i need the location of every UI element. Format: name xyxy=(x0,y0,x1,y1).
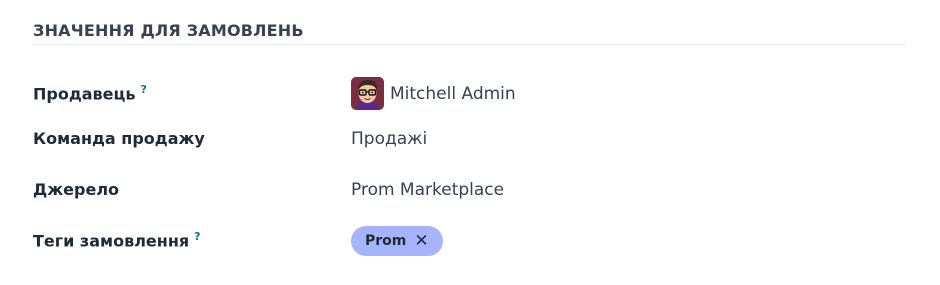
order-tags-help-icon[interactable]: ? xyxy=(194,230,200,243)
user-avatar-icon xyxy=(351,77,384,110)
section-title: ЗНАЧЕННЯ ДЛЯ ЗАМОВЛЕНЬ xyxy=(33,21,304,40)
salesperson-value[interactable]: Mitchell Admin xyxy=(351,77,516,110)
order-tags-label-text: Теги замовлення xyxy=(33,231,190,251)
order-tags-value[interactable]: Prom ✕ xyxy=(351,226,443,256)
tag-label: Prom xyxy=(365,233,407,249)
salesperson-label: Продавець? xyxy=(33,83,147,103)
sales-team-value[interactable]: Продажі xyxy=(351,129,427,149)
close-icon[interactable]: ✕ xyxy=(414,232,428,250)
salesperson-label-text: Продавець xyxy=(33,84,136,104)
field-row-salesperson: Продавець? Mitchell Admin xyxy=(33,77,906,110)
field-row-sales-team: Команда продажу Продажі xyxy=(33,128,906,158)
tag-badge: Prom ✕ xyxy=(351,226,443,256)
salesperson-help-icon[interactable]: ? xyxy=(141,83,147,96)
salesperson-name: Mitchell Admin xyxy=(390,83,516,104)
sales-team-label: Команда продажу xyxy=(33,129,205,148)
field-row-order-tags: Теги замовлення? Prom ✕ xyxy=(33,226,906,258)
field-row-source: Джерело Prom Marketplace xyxy=(33,179,906,209)
source-value[interactable]: Prom Marketplace xyxy=(351,180,504,200)
source-label: Джерело xyxy=(33,180,120,199)
section-divider xyxy=(33,44,906,45)
order-tags-label: Теги замовлення? xyxy=(33,230,201,250)
